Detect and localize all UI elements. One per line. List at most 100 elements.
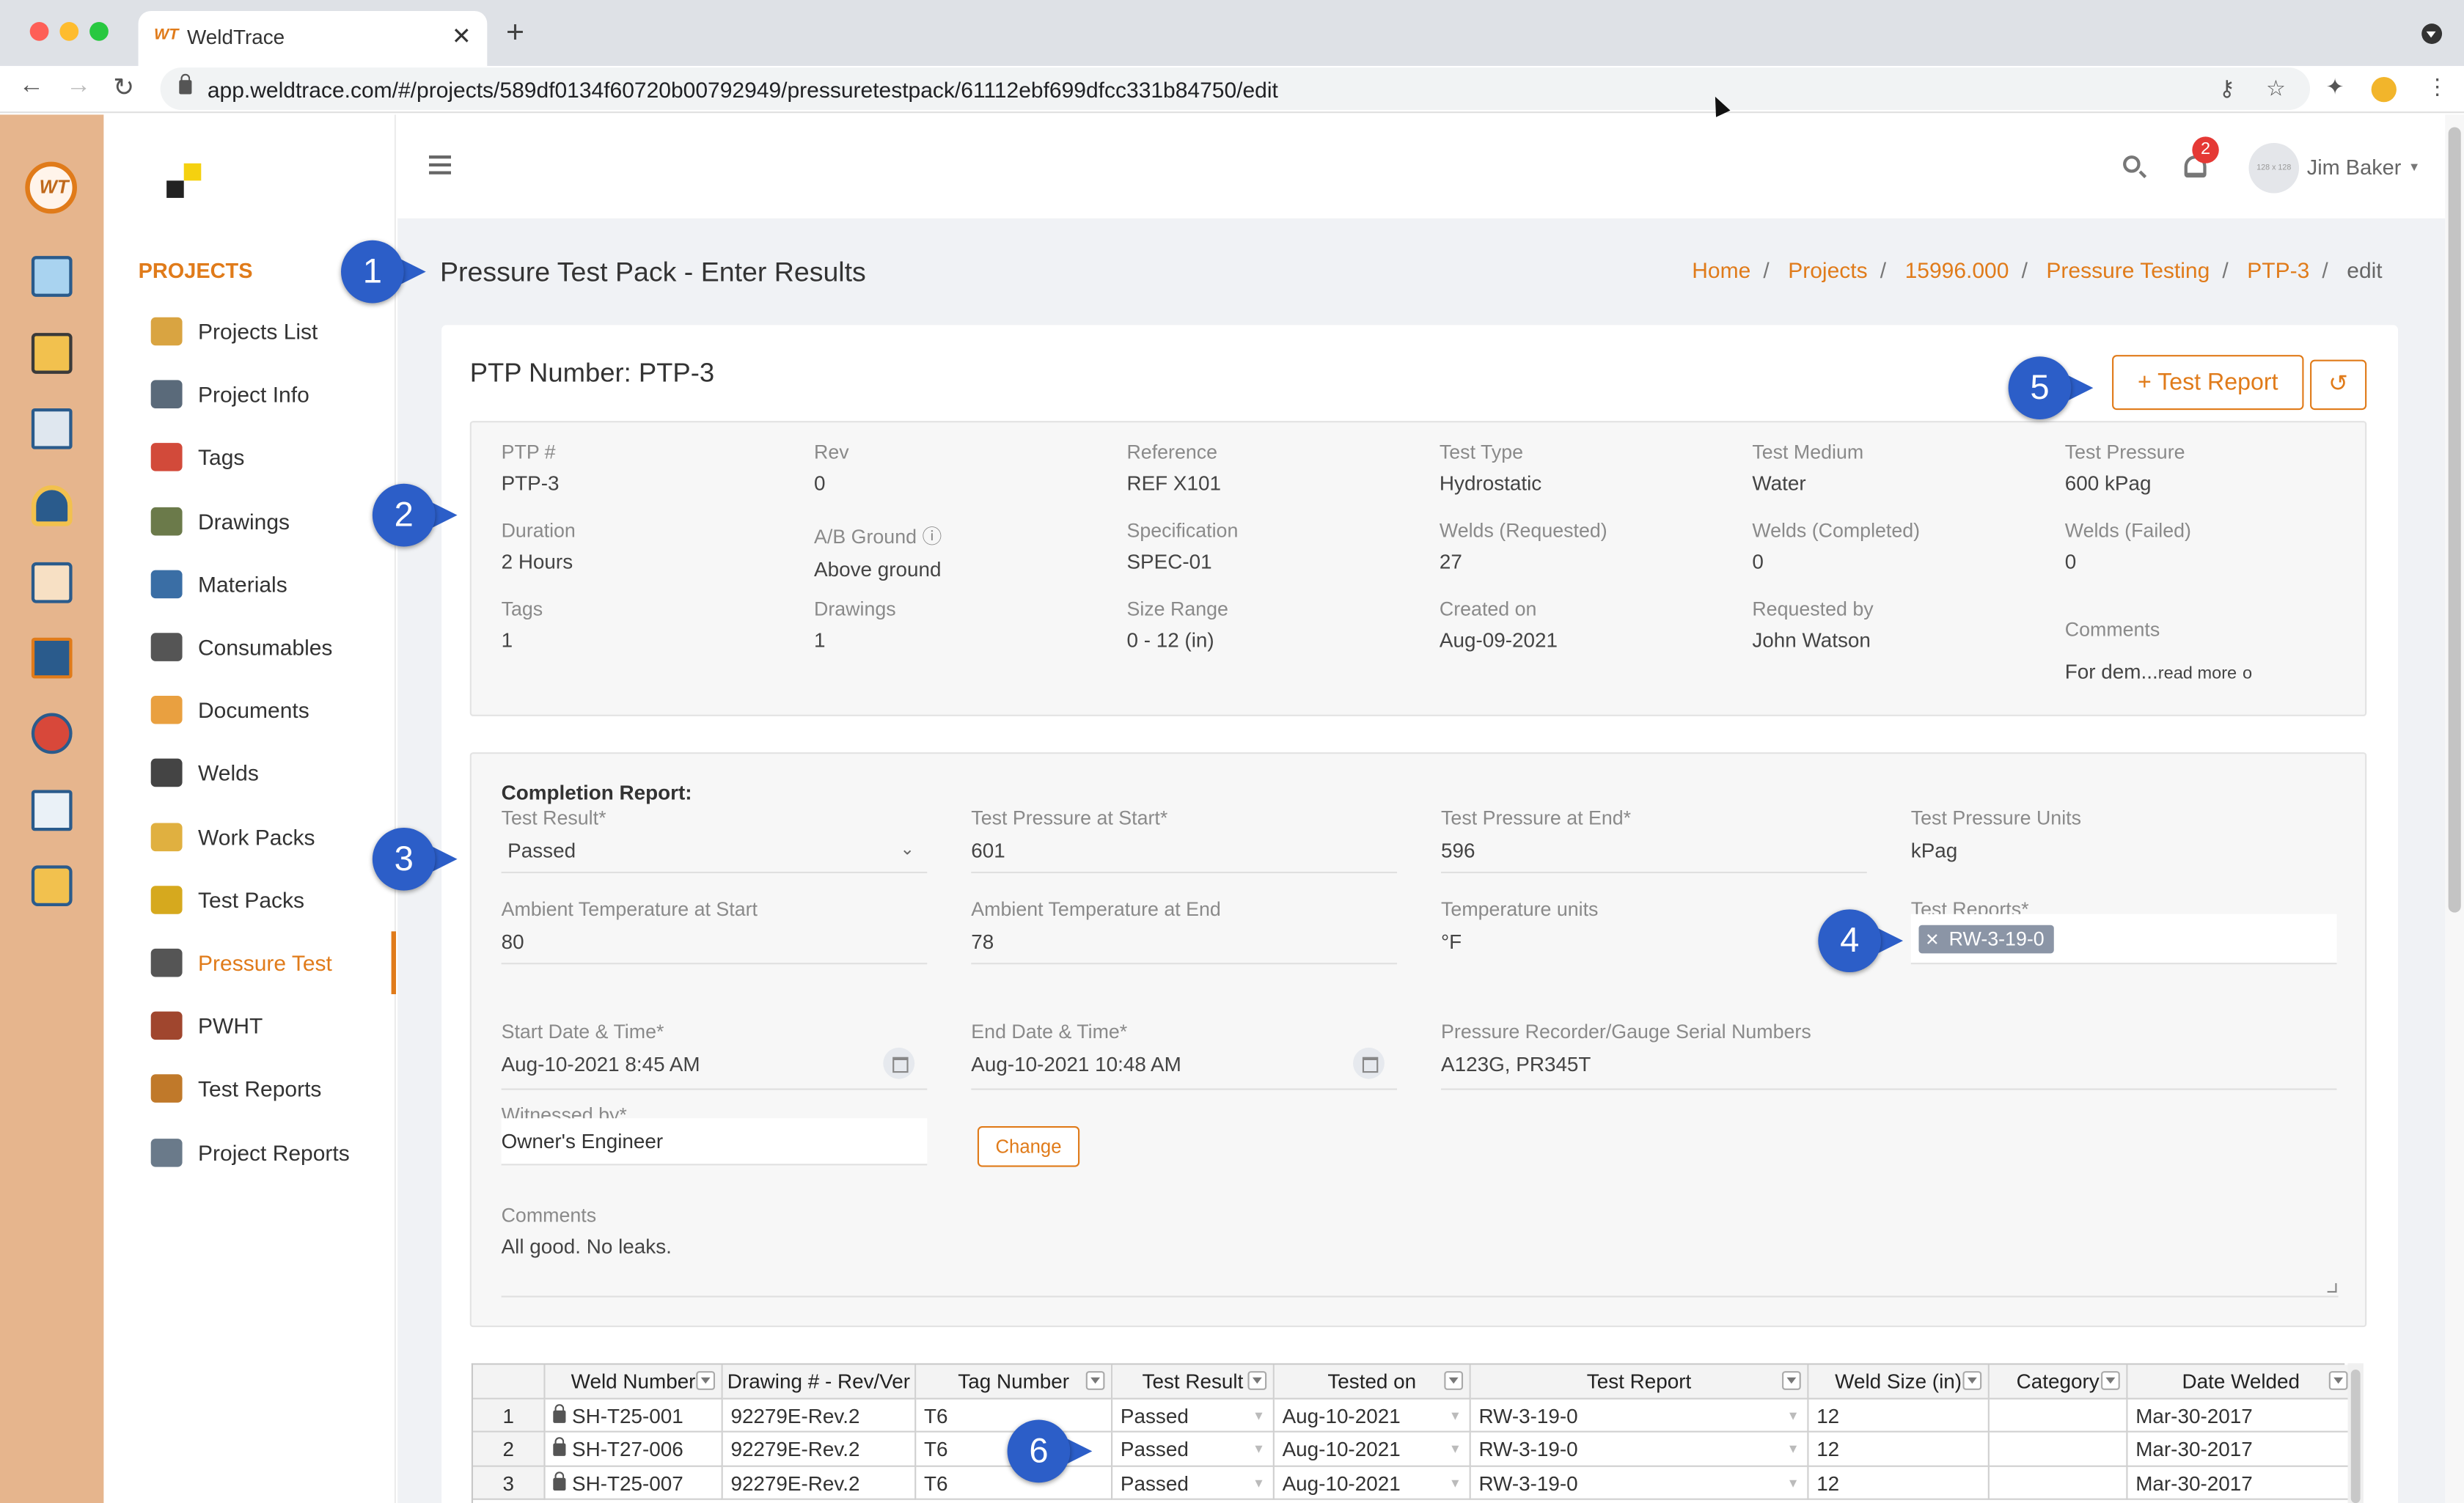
column-header[interactable]: Date Welded [2127, 1364, 2356, 1399]
address-bar[interactable]: app.weldtrace.com/#/projects/589df0134f6… [160, 67, 2311, 110]
pressure-end-input[interactable]: Test Pressure at End* 596 [1441, 807, 1867, 874]
forward-icon[interactable]: → [66, 73, 91, 101]
table-cell[interactable]: Aug-10-2021 ▼ [1274, 1466, 1471, 1500]
breadcrumb-project-number[interactable]: 15996.000 [1905, 257, 2009, 282]
cell-dropdown-icon[interactable]: ▼ [1253, 1466, 1265, 1499]
sidebar-item-project-reports[interactable]: Project Reports [103, 1121, 396, 1184]
calendar-icon[interactable] [883, 1047, 915, 1079]
avatar[interactable]: 128 x 128 [2248, 142, 2300, 194]
table-cell[interactable]: Mar-30-2017 [2127, 1466, 2356, 1500]
breadcrumb-pressure-testing[interactable]: Pressure Testing [2046, 257, 2210, 282]
sidebar-item-drawings[interactable]: Drawings [103, 489, 396, 552]
reload-icon[interactable]: ↻ [113, 73, 134, 104]
board-icon[interactable] [31, 637, 73, 679]
cell-dropdown-icon[interactable]: ▼ [1787, 1433, 1800, 1465]
chip-remove-icon[interactable]: ✕ [1925, 931, 1940, 950]
sidebar-item-test-packs[interactable]: Test Packs [103, 868, 396, 931]
cell-dropdown-icon[interactable]: ▼ [1449, 1433, 1462, 1465]
column-header[interactable]: Test Result [1112, 1364, 1275, 1399]
sidebar-item-materials[interactable]: Materials [103, 553, 396, 616]
table-cell[interactable]: Passed ▼ [1112, 1398, 1275, 1433]
column-filter-icon[interactable] [1962, 1371, 1982, 1390]
sidebar-item-pwht[interactable]: PWHT [103, 994, 396, 1057]
monitor-icon[interactable] [31, 256, 73, 297]
table-row[interactable]: 3 SH-T25-007 92279E-Rev.2 T6 Passed ▼ Aug-10-2… [473, 1466, 2356, 1500]
column-filter-icon[interactable] [1085, 1371, 1105, 1390]
breadcrumb-home[interactable]: Home [1692, 257, 1750, 282]
resize-handle-icon[interactable] [2327, 1283, 2337, 1293]
table-cell[interactable]: Aug-10-2021 ▼ [1274, 1398, 1471, 1433]
table-cell[interactable] [1989, 1398, 2128, 1433]
table-row[interactable]: 1 SH-T25-001 92279E-Rev.2 T6 Passed ▼ Aug-10-2… [473, 1398, 2356, 1433]
sidebar-item-projects-list[interactable]: Projects List [103, 300, 396, 363]
table-cell[interactable]: 92279E-Rev.2 [722, 1432, 917, 1466]
team-icon[interactable] [31, 713, 73, 754]
sidebar-item-welds[interactable]: Welds [103, 742, 396, 805]
table-cell[interactable]: 12 [1808, 1432, 1990, 1466]
column-header[interactable]: Category [1989, 1364, 2128, 1399]
menu-toggle-icon[interactable] [429, 155, 452, 174]
bookmark-star-icon[interactable]: ☆ [2266, 76, 2286, 102]
table-cell[interactable]: SH-T27-006 [545, 1432, 723, 1466]
table-cell[interactable]: 12 [1808, 1466, 1990, 1500]
breadcrumb-ptp[interactable]: PTP-3 [2247, 257, 2309, 282]
table-cell[interactable]: RW-3-19-0 ▼ [1470, 1398, 1809, 1433]
ambient-end-input[interactable]: Ambient Temperature at End 78 [971, 898, 1398, 965]
new-tab-icon[interactable]: + [506, 15, 524, 51]
column-filter-icon[interactable] [2328, 1371, 2348, 1390]
column-filter-icon[interactable] [2101, 1371, 2120, 1390]
history-button[interactable]: ↺ [2310, 359, 2367, 411]
cell-dropdown-icon[interactable]: ▼ [1449, 1466, 1462, 1499]
table-cell[interactable] [1989, 1466, 2128, 1500]
key-icon[interactable]: ⚷ [2219, 76, 2235, 102]
cell-dropdown-icon[interactable]: ▼ [1253, 1433, 1265, 1465]
cell-dropdown-icon[interactable]: ▼ [1787, 1399, 1800, 1431]
ambient-start-input[interactable]: Ambient Temperature at Start 80 [501, 898, 928, 965]
test-result-select[interactable]: Test Result* Passed ⌄ [501, 807, 928, 874]
sidebar-item-consumables[interactable]: Consumables [103, 616, 396, 679]
search-icon[interactable] [2123, 155, 2141, 173]
weldtrace-logo[interactable]: WT [25, 161, 78, 214]
column-filter-icon[interactable] [1782, 1371, 1801, 1390]
read-more-link[interactable]: read more [2158, 664, 2237, 683]
change-button[interactable]: Change [977, 1125, 1080, 1167]
back-icon[interactable]: ← [19, 73, 44, 101]
folder-settings-icon[interactable] [31, 333, 73, 374]
report-icon[interactable] [31, 790, 73, 831]
end-datetime-input[interactable]: End Date & Time* Aug-10-2021 10:48 AM [971, 1021, 1398, 1090]
column-filter-icon[interactable] [696, 1371, 716, 1390]
calendar-icon[interactable] [1353, 1047, 1385, 1079]
tab-search-icon[interactable] [2421, 23, 2443, 44]
cell-dropdown-icon[interactable]: ▼ [1253, 1399, 1265, 1431]
column-header[interactable] [473, 1364, 546, 1399]
test-report-chip[interactable]: ✕ RW-3-19-0 [1918, 925, 2054, 954]
maximize-window-button[interactable] [89, 21, 109, 41]
org-chart-icon[interactable] [31, 562, 73, 603]
table-cell[interactable]: 12 [1808, 1398, 1990, 1433]
table-cell[interactable]: Aug-10-2021 ▼ [1274, 1432, 1471, 1466]
cell-dropdown-icon[interactable]: ▼ [1787, 1466, 1800, 1499]
table-cell[interactable] [1989, 1432, 2128, 1466]
table-cell[interactable]: RW-3-19-0 ▼ [1470, 1432, 1809, 1466]
table-cell[interactable]: SH-T25-007 [545, 1466, 723, 1500]
info-circle-icon[interactable]: ⓘ [922, 526, 942, 548]
gauge-icon[interactable] [31, 865, 73, 907]
minimize-window-button[interactable] [59, 21, 79, 41]
clipboard-icon[interactable] [31, 408, 73, 449]
gauge-serials-input[interactable]: Pressure Recorder/Gauge Serial Numbers A1… [1441, 1021, 2337, 1090]
sidebar-item-test-reports[interactable]: Test Reports [103, 1058, 396, 1121]
column-filter-icon[interactable] [1444, 1371, 1464, 1390]
column-filter-icon[interactable] [1247, 1371, 1267, 1390]
extension-avatar-icon[interactable] [2371, 76, 2397, 103]
page-scrollbar-thumb[interactable] [2448, 127, 2461, 913]
sidebar-item-work-packs[interactable]: Work Packs [103, 805, 396, 868]
column-header[interactable]: Tested on [1274, 1364, 1471, 1399]
grid-scrollbar[interactable] [2347, 1363, 2364, 1503]
add-test-report-button[interactable]: + Test Report [2112, 355, 2304, 411]
extensions-puzzle-icon[interactable]: ✦ [2325, 74, 2344, 100]
sidebar-item-project-info[interactable]: Project Info [103, 363, 396, 426]
table-cell[interactable]: 92279E-Rev.2 [722, 1466, 917, 1500]
table-cell[interactable]: RW-3-19-0 ▼ [1470, 1466, 1809, 1500]
table-cell[interactable]: Passed ▼ [1112, 1466, 1275, 1500]
start-datetime-input[interactable]: Start Date & Time* Aug-10-2021 8:45 AM [501, 1021, 928, 1090]
